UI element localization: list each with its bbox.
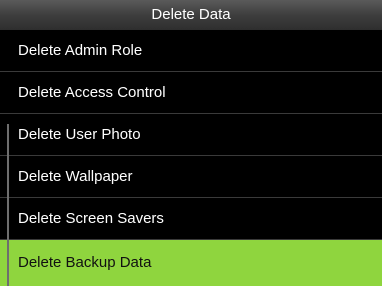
menu-item-label: Delete User Photo: [18, 126, 141, 143]
menu-item-delete-user-photo[interactable]: Delete User Photo: [0, 114, 382, 156]
menu-item-delete-backup-data[interactable]: Delete Backup Data: [0, 240, 382, 286]
menu-item-label: Delete Backup Data: [18, 254, 152, 271]
menu-item-delete-admin-role[interactable]: Delete Admin Role: [0, 30, 382, 72]
page-title: Delete Data: [0, 0, 382, 30]
menu-item-delete-wallpaper[interactable]: Delete Wallpaper: [0, 156, 382, 198]
menu-item-label: Delete Access Control: [18, 84, 166, 101]
menu-item-label: Delete Wallpaper: [18, 168, 133, 185]
delete-data-screen: Delete Data Delete Admin Role Delete Acc…: [0, 0, 382, 286]
menu-item-delete-screen-savers[interactable]: Delete Screen Savers: [0, 198, 382, 240]
menu-item-label: Delete Admin Role: [18, 42, 143, 59]
delete-data-menu: Delete Admin Role Delete Access Control …: [0, 30, 382, 286]
menu-item-delete-access-control[interactable]: Delete Access Control: [0, 72, 382, 114]
scrollbar[interactable]: [7, 124, 9, 286]
menu-item-label: Delete Screen Savers: [18, 210, 164, 227]
